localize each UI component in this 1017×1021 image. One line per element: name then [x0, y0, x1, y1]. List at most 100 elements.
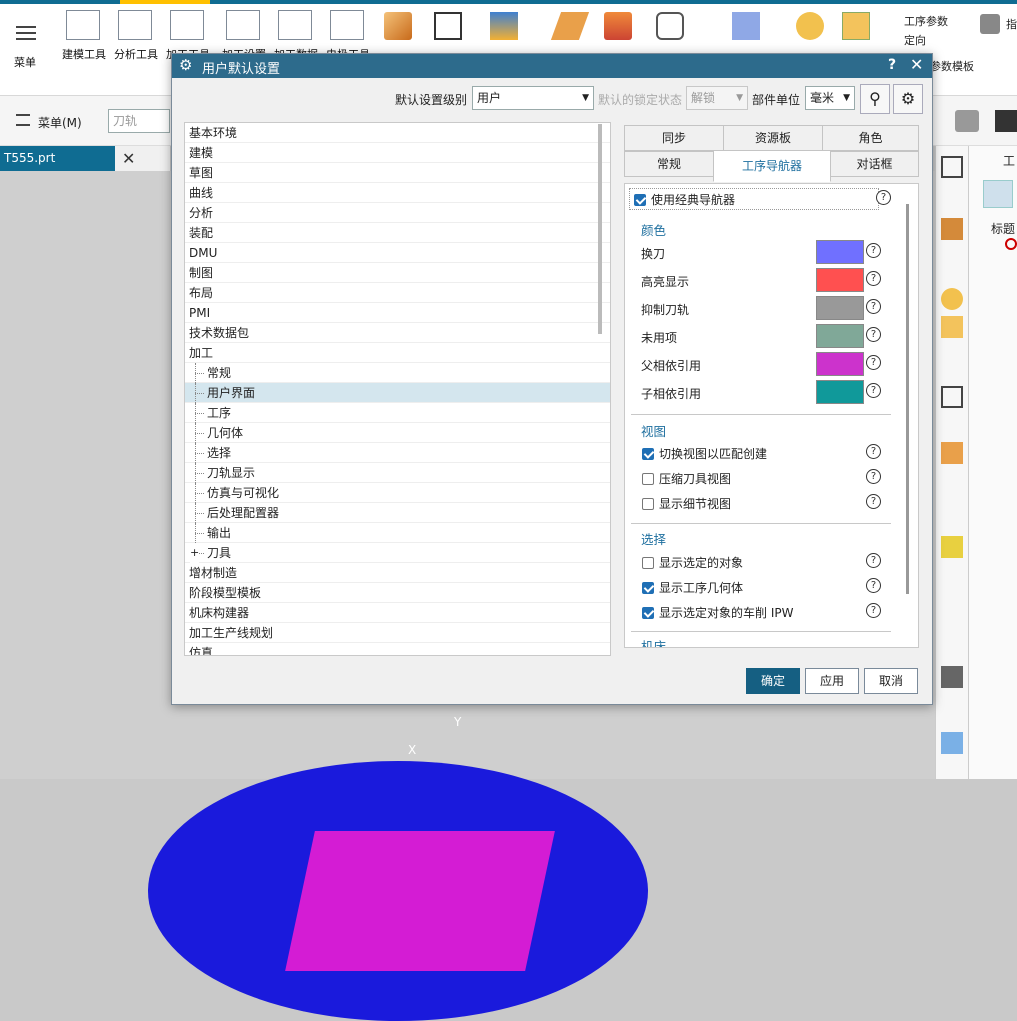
tool-icon[interactable] — [941, 218, 963, 240]
ribbon-btn-0[interactable] — [66, 10, 100, 40]
tree-item[interactable]: 技术数据包 — [185, 323, 610, 343]
program-icon[interactable] — [941, 316, 963, 338]
menu-m-label[interactable]: 菜单(M) — [38, 114, 82, 131]
tree-item[interactable]: 仿真与可视化 — [185, 483, 610, 503]
tree-item[interactable]: 曲线 — [185, 183, 610, 203]
help-icon[interactable]: ? — [866, 444, 881, 459]
help-icon[interactable]: ? — [866, 553, 881, 568]
help-icon[interactable]: ? — [866, 578, 881, 593]
help-icon[interactable]: ? — [866, 271, 881, 286]
spindle-icon[interactable] — [941, 666, 963, 688]
help-icon[interactable]: ? — [866, 494, 881, 509]
lock-select[interactable]: 解锁 ▼ — [686, 86, 748, 110]
help-icon[interactable]: ? — [866, 355, 881, 370]
option-checkbox[interactable] — [642, 607, 654, 619]
tree-item[interactable]: 后处理配置器 — [185, 503, 610, 523]
ribbon-btn-1[interactable] — [118, 10, 152, 40]
tree-item[interactable]: 基本环境 — [185, 123, 610, 143]
close-tab-icon[interactable]: ✕ — [122, 146, 142, 171]
tree-item[interactable]: 刀轨显示 — [185, 463, 610, 483]
tree-item[interactable]: 工序 — [185, 403, 610, 423]
shade-icon[interactable] — [995, 110, 1017, 132]
tab-dialog[interactable]: 对话框 — [830, 151, 919, 177]
color-swatch[interactable] — [816, 240, 864, 264]
tree-item[interactable]: 加工 — [185, 343, 610, 363]
mc-tools-icon[interactable] — [656, 12, 684, 40]
tab-operation-navigator[interactable]: 工序导航器 — [713, 150, 831, 182]
ribbon-far-right[interactable]: 指 — [1006, 16, 1017, 32]
postprocess-icon[interactable] — [434, 12, 462, 40]
ribbon-label-0[interactable]: 建模工具 — [62, 46, 106, 62]
help-icon[interactable]: ? — [866, 383, 881, 398]
assistant-icon[interactable] — [796, 12, 824, 40]
tree-item[interactable]: 建模 — [185, 143, 610, 163]
tab-role[interactable]: 角色 — [822, 125, 919, 151]
menu-lines-icon[interactable] — [16, 114, 30, 126]
navigator-view-icon[interactable] — [983, 180, 1013, 208]
content-scrollbar[interactable] — [906, 204, 909, 594]
apply-button[interactable]: 应用 — [805, 668, 859, 694]
color-swatch[interactable] — [816, 324, 864, 348]
help-icon[interactable]: ? — [866, 243, 881, 258]
tree-item[interactable]: + 刀具 — [185, 543, 610, 563]
operation-prep-icon[interactable] — [384, 12, 412, 40]
save-icon[interactable] — [941, 156, 963, 178]
document-icon[interactable] — [941, 386, 963, 408]
ribbon-right-item-1[interactable]: 定向 — [904, 32, 926, 48]
file-tab[interactable]: T555.prt — [0, 146, 115, 171]
option-checkbox[interactable] — [642, 557, 654, 569]
tab-general[interactable]: 常规 — [624, 151, 714, 177]
color-swatch[interactable] — [816, 296, 864, 320]
tree-item[interactable]: 增材制造 — [185, 563, 610, 583]
tab-sync[interactable]: 同步 — [624, 125, 724, 151]
color-swatch[interactable] — [816, 380, 864, 404]
category-tree[interactable]: 基本环境 建模 草图 曲线 分析 装配 DMU 制图 布局 PMI 技术数据包 加工 常规 用户界面 工序几… — [184, 122, 611, 656]
electrode-icon[interactable] — [732, 12, 760, 40]
tree-scrollbar[interactable] — [598, 124, 602, 334]
ribbon-btn-3[interactable] — [226, 10, 260, 40]
menu-icon[interactable] — [16, 24, 36, 40]
help-icon[interactable]: ? — [888, 57, 896, 73]
program-group-icon[interactable] — [842, 12, 870, 40]
tab-resource[interactable]: 资源板 — [723, 125, 823, 151]
help-icon[interactable]: ? — [866, 327, 881, 342]
option-checkbox[interactable] — [642, 498, 654, 510]
machine-icon[interactable] — [941, 732, 963, 754]
tree-item[interactable]: 制图 — [185, 263, 610, 283]
tree-item[interactable]: 输出 — [185, 523, 610, 543]
tree-item[interactable]: 几何体 — [185, 423, 610, 443]
tree-item[interactable]: 阶段模型模板 — [185, 583, 610, 603]
ok-button[interactable]: 确定 — [746, 668, 800, 694]
settings-gear-icon[interactable]: ⚙ — [893, 84, 923, 114]
ribbon-btn-2[interactable] — [170, 10, 204, 40]
help-icon[interactable]: ? — [866, 299, 881, 314]
geometry-icon[interactable] — [941, 288, 963, 310]
dialog-titlebar[interactable]: ⚙ 用户默认设置 ? ✕ — [172, 54, 932, 78]
tree-item[interactable]: 布局 — [185, 283, 610, 303]
tree-item[interactable]: 装配 — [185, 223, 610, 243]
tree-item[interactable]: 机床构建器 — [185, 603, 610, 623]
help-icon-classic[interactable]: ? — [876, 190, 891, 205]
cut-area-icon[interactable] — [550, 12, 590, 40]
tree-item[interactable]: 草图 — [185, 163, 610, 183]
drill-icon[interactable] — [941, 442, 963, 464]
view-cube-icon[interactable] — [955, 110, 979, 132]
menu-label[interactable]: 菜单 — [14, 54, 36, 70]
tree-item[interactable]: DMU — [185, 243, 610, 263]
ribbon-btn-4[interactable] — [278, 10, 312, 40]
tree-item[interactable]: 常规 — [185, 363, 610, 383]
ribbon-right-item-2[interactable]: 参数模板 — [930, 58, 974, 74]
option-checkbox[interactable] — [642, 448, 654, 460]
color-swatch[interactable] — [816, 352, 864, 376]
close-icon[interactable]: ✕ — [910, 55, 923, 74]
tree-item[interactable]: 加工生产线规划 — [185, 623, 610, 643]
cube-icon[interactable] — [980, 14, 1000, 34]
level-select[interactable]: 用户 ▼ — [472, 86, 594, 110]
tree-item[interactable]: 用户界面 — [185, 383, 610, 403]
ribbon-label-1[interactable]: 分析工具 — [114, 46, 158, 62]
option-checkbox[interactable] — [642, 473, 654, 485]
tree-item[interactable]: 仿真 — [185, 643, 610, 655]
expand-icon[interactable]: + — [190, 543, 200, 563]
entry-point-icon[interactable] — [604, 12, 632, 40]
option-checkbox[interactable] — [642, 582, 654, 594]
